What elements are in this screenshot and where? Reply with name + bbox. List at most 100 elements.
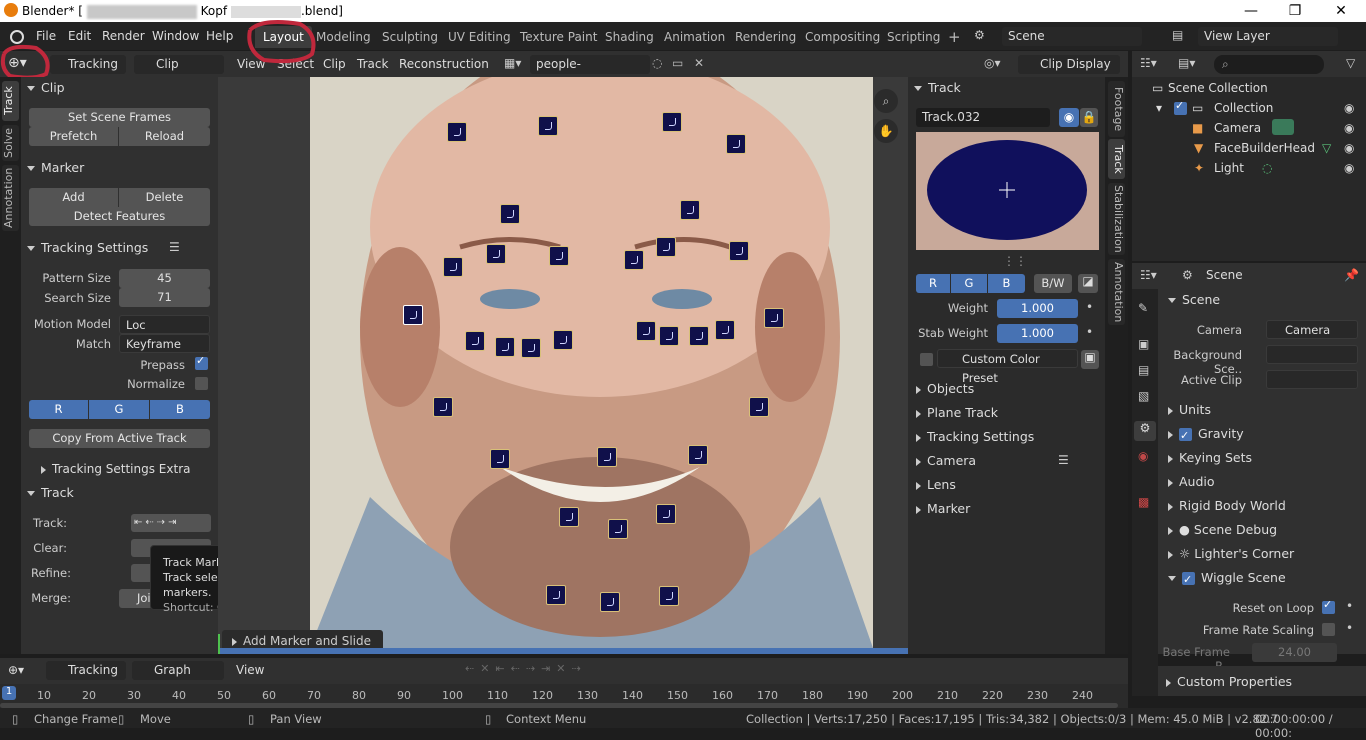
preview-g-toggle[interactable]: G <box>951 274 987 293</box>
wiggle-scene-checkbox[interactable] <box>1182 569 1195 591</box>
display-mode-icon[interactable]: ▤▾ <box>1178 56 1195 70</box>
menu-help[interactable]: Help <box>206 29 233 43</box>
gravity-section[interactable]: Gravity <box>1168 423 1244 447</box>
visibility-eye-icon[interactable]: ◉ <box>1344 161 1354 175</box>
background-scene-field[interactable] <box>1266 345 1358 364</box>
add-preset-icon[interactable]: ▣ <box>1081 350 1099 369</box>
timeline-ruler[interactable]: 1 <box>0 684 1128 710</box>
track-marker[interactable] <box>500 204 520 224</box>
track-marker[interactable] <box>689 326 709 346</box>
outliner-collection[interactable]: Collection <box>1214 101 1273 115</box>
channel-r-toggle[interactable]: R <box>29 400 88 419</box>
expand-icon[interactable]: ▾ <box>1156 101 1162 115</box>
keying-sets-section[interactable]: Keying Sets <box>1168 447 1252 469</box>
prepass-checkbox[interactable] <box>195 354 208 370</box>
track-marker[interactable] <box>549 246 569 266</box>
clip-display-select[interactable]: Clip Display <box>1018 55 1120 74</box>
track-marker[interactable] <box>726 134 746 154</box>
track-marker[interactable] <box>600 592 620 612</box>
tab-animation[interactable]: Animation <box>656 26 733 48</box>
menu-render[interactable]: Render <box>102 29 145 43</box>
track-marker[interactable] <box>447 122 467 142</box>
tool-tab-icon[interactable]: ✎ <box>1138 301 1148 315</box>
track-marker[interactable] <box>538 116 558 136</box>
tracking-settings-section[interactable]: Tracking Settings <box>916 426 1034 448</box>
close-button[interactable]: ✕ <box>1318 0 1364 22</box>
clip-viewport[interactable]: ⌕ ✋ Add Marker and Slide <box>218 77 908 654</box>
track-marker[interactable] <box>495 337 515 357</box>
mode-select[interactable]: Tracking <box>50 55 126 74</box>
wiggle-scene-section[interactable]: Wiggle Scene <box>1168 567 1286 591</box>
filter-icon[interactable]: ▽ <box>1346 56 1355 70</box>
track-marker[interactable] <box>729 241 749 261</box>
keyframe-dot-icon[interactable]: • <box>1086 300 1093 314</box>
track-marker[interactable] <box>659 326 679 346</box>
tab-footage[interactable]: Footage <box>1108 81 1125 137</box>
view-select[interactable]: Clip <box>134 55 224 74</box>
track-marker[interactable] <box>624 250 644 270</box>
outliner-search-input[interactable]: ⌕ <box>1214 55 1324 74</box>
blender-menu-icon[interactable] <box>10 30 24 44</box>
menu-edit[interactable]: Edit <box>68 29 91 43</box>
camera-section[interactable]: Camera <box>916 450 976 472</box>
marker-section[interactable]: Marker <box>916 498 970 520</box>
track-marker[interactable] <box>490 449 510 469</box>
view-layer-field[interactable]: View Layer <box>1198 27 1338 46</box>
render-tab-icon[interactable]: ▣ <box>1138 337 1149 351</box>
weight-field[interactable]: 1.000 <box>997 299 1078 318</box>
track-marker[interactable] <box>443 257 463 277</box>
tab-compositing[interactable]: Compositing <box>797 26 888 48</box>
current-frame-indicator[interactable]: 1 <box>2 686 16 700</box>
unlink-icon[interactable]: ✕ <box>694 56 704 70</box>
maximize-button[interactable]: ❐ <box>1272 0 1318 22</box>
track-marker[interactable] <box>749 397 769 417</box>
track-sidebar-header[interactable]: Track <box>914 77 961 99</box>
outliner-editor-icon[interactable]: ☷▾ <box>1140 56 1157 70</box>
keyframe-dot-icon[interactable]: • <box>1086 325 1093 339</box>
mesh-data-icon[interactable]: ▽ <box>1322 141 1331 155</box>
preview-b-toggle[interactable]: B <box>988 274 1025 293</box>
scene-field[interactable]: Scene <box>1002 27 1142 46</box>
copy-from-active-track-button[interactable]: Copy From Active Track <box>29 429 210 448</box>
tab-track[interactable]: Track <box>2 81 19 121</box>
hand-pan-icon[interactable]: ✋ <box>874 119 898 143</box>
delete-marker-button[interactable]: Delete <box>119 188 210 207</box>
preview-r-toggle[interactable]: R <box>916 274 950 293</box>
track-marker[interactable] <box>656 237 676 257</box>
stab-weight-field[interactable]: 1.000 <box>997 324 1078 343</box>
objects-section[interactable]: Objects <box>916 378 974 400</box>
keyframe-dot-icon[interactable]: • <box>1346 621 1353 635</box>
eye-icon[interactable]: ◉ <box>1059 108 1079 127</box>
track-marker[interactable] <box>636 321 656 341</box>
resize-handle-icon[interactable]: ⋮⋮ <box>1003 254 1027 268</box>
visibility-eye-icon[interactable]: ◉ <box>1344 101 1354 115</box>
track-marker[interactable] <box>715 320 735 340</box>
reset-on-loop-checkbox[interactable] <box>1322 598 1335 614</box>
editor-type-icon[interactable]: ⊕▾ <box>8 55 27 71</box>
alpha-toggle-icon[interactable]: ◪ <box>1078 274 1098 293</box>
outliner-camera[interactable]: Camera <box>1214 121 1261 135</box>
gravity-checkbox[interactable] <box>1179 425 1192 447</box>
match-select[interactable]: Keyframe <box>119 334 210 353</box>
clip-panel-header[interactable]: Clip <box>27 77 65 99</box>
open-folder-icon[interactable]: ▭ <box>672 56 683 70</box>
active-clip-field[interactable] <box>1266 370 1358 389</box>
motion-model-select[interactable]: Loc <box>119 315 210 334</box>
track-marker[interactable] <box>521 338 541 358</box>
track-marker[interactable] <box>465 331 485 351</box>
custom-properties-section[interactable]: Custom Properties <box>1166 671 1292 693</box>
tab-texture-paint[interactable]: Texture Paint <box>512 26 605 48</box>
search-size-field[interactable]: 71 <box>119 288 210 307</box>
base-frame-rate-field[interactable]: 24.00 <box>1252 643 1337 662</box>
tab-track-sidebar[interactable]: Track <box>1108 139 1125 179</box>
timeline-view-select[interactable]: Graph <box>132 661 224 680</box>
timeline-editor-icon[interactable]: ⊕▾ <box>8 663 24 677</box>
tab-uv-editing[interactable]: UV Editing <box>440 26 519 48</box>
tab-shading[interactable]: Shading <box>597 26 662 48</box>
prefetch-button[interactable]: Prefetch <box>29 127 118 146</box>
menu-select[interactable]: Select <box>277 57 314 71</box>
tab-sculpting[interactable]: Sculpting <box>374 26 446 48</box>
tab-solve[interactable]: Solve <box>2 125 19 161</box>
visibility-eye-icon[interactable]: ◉ <box>1344 141 1354 155</box>
keyframe-dot-icon[interactable]: • <box>1346 599 1353 613</box>
